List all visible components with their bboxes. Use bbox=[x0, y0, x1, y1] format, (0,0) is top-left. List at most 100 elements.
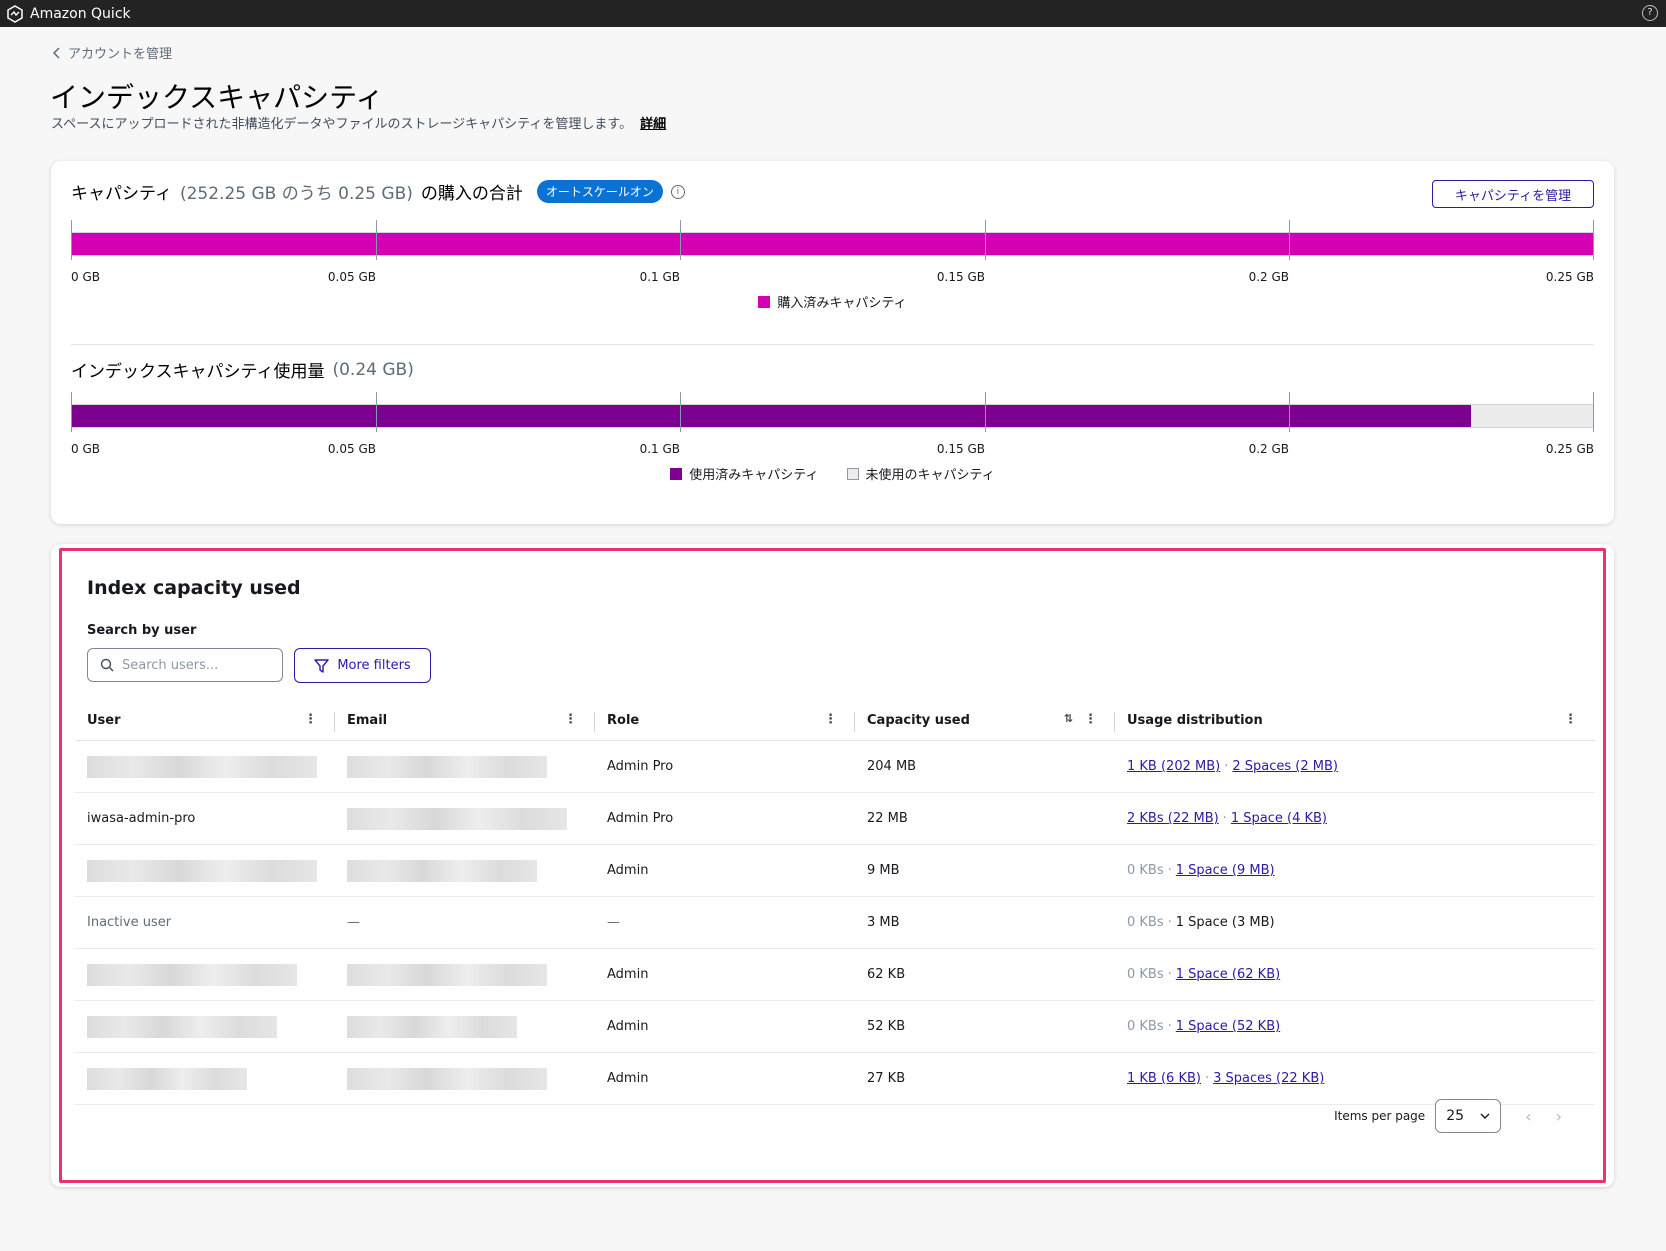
help-icon[interactable]: ? bbox=[1642, 5, 1658, 21]
top-bar: Amazon Quick ? bbox=[0, 0, 1666, 27]
items-per-page-select[interactable]: 25 bbox=[1435, 1099, 1502, 1133]
table-row[interactable]: Admin 27 KB 1 KB (6 KB) · 3 Spaces (22 KB) bbox=[75, 1052, 1595, 1105]
breadcrumb-back[interactable]: アカウントを管理 bbox=[52, 43, 172, 62]
space-usage-link[interactable]: 3 Spaces (22 KB) bbox=[1213, 1071, 1324, 1086]
table-row[interactable]: Admin 52 KB 0 KBs · 1 Space (52 KB) bbox=[75, 1000, 1595, 1053]
usage-distribution-cell: 0 KBs · 1 Space (3 MB) bbox=[1115, 896, 1595, 949]
kb-usage-link[interactable]: 2 KBs (22 MB) bbox=[1127, 811, 1219, 826]
usage-distribution-cell: 2 KBs (22 MB) · 1 Space (4 KB) bbox=[1115, 792, 1595, 845]
purchased-bar-track bbox=[71, 232, 1594, 256]
capacity-title-muted: (252.25 GB のうち 0.25 GB) bbox=[179, 184, 413, 204]
capacity-cell: 22 MB bbox=[855, 792, 1115, 845]
redacted-user bbox=[87, 859, 317, 882]
previous-page-icon[interactable]: ‹ bbox=[1525, 1107, 1531, 1126]
purchased-tick bbox=[71, 220, 72, 260]
space-usage-link[interactable]: 1 Space (52 KB) bbox=[1176, 1019, 1280, 1034]
usage-capacity-chart: 0 GB 0.05 GB 0.1 GB 0.15 GB 0.2 GB 0.25 GB 使用… bbox=[71, 392, 1594, 502]
index-usage-table: User ⋮ Email ⋮ Role ⋮ Capacity used ⇅ ⋮ Usage… bbox=[75, 700, 1595, 1105]
usage-tick-label: 0.15 GB bbox=[936, 442, 985, 456]
purchased-tick bbox=[985, 220, 986, 260]
usage-tick bbox=[680, 392, 681, 432]
table-row[interactable]: Inactive user — —3 MB 0 KBs · 1 Space (3 MB) bbox=[75, 896, 1595, 949]
user-cell: Inactive user bbox=[75, 896, 335, 949]
email-cell bbox=[335, 792, 595, 845]
purchased-tick-label: 0.1 GB bbox=[639, 270, 680, 284]
redacted-email bbox=[347, 1067, 547, 1090]
capacity-title-main: キャパシティ bbox=[71, 184, 172, 204]
chevron-down-icon bbox=[1480, 1113, 1490, 1119]
space-usage-link[interactable]: 2 Spaces (2 MB) bbox=[1232, 759, 1338, 774]
sort-icon[interactable]: ⇅ bbox=[1064, 712, 1073, 725]
email-cell bbox=[335, 948, 595, 1001]
purchased-tick-label: 0.25 GB bbox=[1545, 270, 1594, 284]
usage-tick-label: 0.2 GB bbox=[1248, 442, 1289, 456]
purchased-tick-label: 0 GB bbox=[71, 270, 100, 284]
manage-capacity-button[interactable]: キャパシティを管理 bbox=[1432, 180, 1594, 208]
email-cell bbox=[335, 1052, 595, 1105]
usage-tick bbox=[1289, 392, 1290, 432]
space-usage-link[interactable]: 1 Space (9 MB) bbox=[1176, 863, 1275, 878]
capacity-cell: 52 KB bbox=[855, 1000, 1115, 1053]
separator-dot: · bbox=[1222, 811, 1227, 826]
section-divider bbox=[71, 344, 1594, 345]
index-capacity-card: Index capacity used Search by user More … bbox=[51, 544, 1614, 1187]
space-usage-link[interactable]: 1 Space (4 KB) bbox=[1231, 811, 1327, 826]
usage-distribution-cell: 0 KBs · 1 Space (9 MB) bbox=[1115, 844, 1595, 897]
column-menu-icon[interactable]: ⋮ bbox=[1084, 712, 1097, 727]
legend-purchased: 購入済みキャパシティ bbox=[758, 292, 907, 311]
table-row[interactable]: iwasa-admin-pro Admin Pro 22 MB 2 KBs (22 M… bbox=[75, 792, 1595, 845]
usage-distribution-cell: 0 KBs · 1 Space (62 KB) bbox=[1115, 948, 1595, 1001]
table-row[interactable]: Admin Pro 204 MB 1 KB (202 MB) · 2 Spaces (2… bbox=[75, 740, 1595, 793]
usage-distribution-cell: 0 KBs · 1 Space (52 KB) bbox=[1115, 1000, 1595, 1053]
more-filters-button[interactable]: More filters bbox=[294, 648, 431, 683]
table-row[interactable]: Admin 62 KB 0 KBs · 1 Space (62 KB) bbox=[75, 948, 1595, 1001]
purchased-bar-fill bbox=[72, 233, 1593, 255]
usage-tick-label: 0.1 GB bbox=[639, 442, 680, 456]
page-title: インデックスキャパシティ bbox=[50, 81, 384, 114]
column-menu-icon[interactable]: ⋮ bbox=[564, 712, 577, 727]
user-cell bbox=[75, 844, 335, 897]
redacted-email bbox=[347, 1015, 517, 1038]
info-icon[interactable]: i bbox=[670, 184, 685, 199]
purchased-tick bbox=[680, 220, 681, 260]
role-cell: Admin Pro bbox=[595, 792, 855, 845]
filter-icon bbox=[314, 658, 330, 673]
usage-tick-label: 0.25 GB bbox=[1545, 442, 1594, 456]
redacted-user bbox=[87, 1067, 247, 1090]
next-page-icon[interactable]: › bbox=[1556, 1107, 1562, 1126]
search-box[interactable] bbox=[87, 648, 283, 682]
kb-usage-text: 0 KBs bbox=[1127, 967, 1164, 982]
table-row[interactable]: Admin 9 MB 0 KBs · 1 Space (9 MB) bbox=[75, 844, 1595, 897]
column-menu-icon[interactable]: ⋮ bbox=[824, 712, 837, 727]
email-cell: — bbox=[335, 896, 595, 949]
legend-unused-label: 未使用のキャパシティ bbox=[865, 468, 995, 483]
column-menu-icon[interactable]: ⋮ bbox=[1564, 712, 1577, 727]
column-menu-icon[interactable]: ⋮ bbox=[304, 712, 317, 727]
quick-logo-icon[interactable] bbox=[6, 4, 24, 23]
column-header-user[interactable]: User ⋮ bbox=[75, 700, 335, 741]
purchased-legend: 購入済みキャパシティ bbox=[71, 292, 1594, 311]
capacity-title-suffix: の購入の合計 bbox=[420, 184, 523, 204]
column-header-usage[interactable]: Usage distribution ⋮ bbox=[1115, 700, 1595, 741]
kb-usage-link[interactable]: 1 KB (202 MB) bbox=[1127, 759, 1220, 774]
role-cell: — bbox=[595, 896, 855, 949]
capacity-cell: 9 MB bbox=[855, 844, 1115, 897]
legend-purchased-label: 購入済みキャパシティ bbox=[777, 296, 907, 311]
role-cell: Admin Pro bbox=[595, 740, 855, 793]
column-header-role[interactable]: Role ⋮ bbox=[595, 700, 855, 741]
search-input[interactable] bbox=[120, 656, 274, 674]
detail-link[interactable]: 詳細 bbox=[640, 117, 666, 132]
space-usage-link[interactable]: 1 Space (62 KB) bbox=[1176, 967, 1280, 982]
legend-unused: 未使用のキャパシティ bbox=[846, 464, 995, 483]
usage-tick bbox=[1593, 392, 1594, 432]
kb-usage-text: 0 KBs bbox=[1127, 863, 1164, 878]
column-header-email[interactable]: Email ⋮ bbox=[335, 700, 595, 741]
role-cell: Admin bbox=[595, 1000, 855, 1053]
kb-usage-link[interactable]: 1 KB (6 KB) bbox=[1127, 1071, 1201, 1086]
usage-tick bbox=[376, 392, 377, 432]
redacted-email bbox=[347, 755, 547, 778]
app-title: Amazon Quick bbox=[30, 5, 131, 22]
column-header-capacity[interactable]: Capacity used ⇅ ⋮ bbox=[855, 700, 1115, 741]
column-header-capacity-label: Capacity used bbox=[867, 712, 970, 728]
legend-used-swatch bbox=[670, 467, 683, 480]
